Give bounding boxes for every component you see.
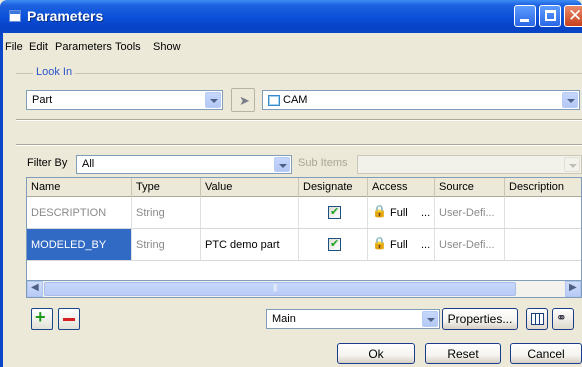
lock-icon: 🔒 [372, 204, 387, 218]
add-parameter-button[interactable]: + [31, 307, 53, 330]
cell-access[interactable]: 🔒 Full ... [368, 197, 435, 228]
cell-description[interactable] [505, 229, 581, 260]
cell-name[interactable]: MODELED_BY [27, 229, 132, 260]
view-select[interactable]: Main [266, 309, 440, 329]
look-in-type-select[interactable]: Part [26, 90, 223, 110]
table-view-button[interactable] [526, 308, 548, 330]
divider [16, 119, 582, 121]
menu-parameters[interactable]: Parameters [55, 41, 112, 53]
lock-icon: 🔒 [372, 236, 387, 250]
menu-file[interactable]: File [5, 41, 23, 53]
binoculars-icon: ⚭ [556, 310, 567, 325]
view-value: Main [272, 313, 296, 325]
cell-value[interactable] [201, 197, 299, 228]
chevron-down-icon[interactable] [205, 92, 221, 108]
column-header-type[interactable]: Type [132, 178, 201, 197]
chevron-down-icon[interactable] [274, 157, 290, 172]
cell-description[interactable] [505, 197, 581, 228]
cell-name[interactable]: DESCRIPTION [27, 197, 132, 228]
table-row[interactable]: DESCRIPTION String 🔒 Full ... User-Defi.… [27, 197, 581, 229]
column-header-description[interactable]: Description [505, 178, 581, 197]
pointer-icon: ➤ [239, 93, 250, 108]
designate-checkbox[interactable] [328, 205, 341, 219]
sub-items-select [357, 155, 582, 174]
minus-icon [63, 318, 75, 321]
filter-by-label: Filter By [27, 157, 68, 169]
cam-icon [268, 95, 280, 106]
divider [16, 144, 582, 146]
scroll-left-icon[interactable] [27, 281, 43, 297]
maximize-icon [545, 10, 556, 21]
window-title: Parameters [27, 8, 104, 24]
column-header-designate[interactable]: Designate [299, 178, 368, 197]
window-border [0, 33, 3, 367]
cell-source[interactable]: User-Defi... [435, 229, 505, 260]
parameters-app-icon [9, 10, 21, 22]
chevron-down-icon[interactable] [422, 311, 438, 327]
menu-show[interactable]: Show [153, 41, 181, 53]
chevron-down-icon [564, 157, 580, 172]
access-value: Full [390, 207, 408, 219]
cell-designate [299, 197, 368, 228]
look-in-item-value: CAM [283, 94, 308, 106]
horizontal-scrollbar[interactable] [26, 281, 582, 298]
table-icon [531, 313, 544, 325]
column-header-access[interactable]: Access [368, 178, 435, 197]
chevron-down-icon[interactable] [562, 92, 578, 108]
cell-access[interactable]: 🔒 Full ... [368, 229, 435, 260]
maximize-button[interactable] [539, 5, 561, 27]
properties-button[interactable]: Properties... [442, 308, 518, 330]
cell-type[interactable]: String [132, 197, 201, 228]
menu-edit[interactable]: Edit [29, 41, 48, 53]
scroll-thumb[interactable] [44, 282, 516, 296]
menu-tools[interactable]: Tools [115, 41, 141, 53]
access-value: Full [390, 239, 408, 251]
look-in-label: Look In [33, 66, 76, 78]
column-header-name[interactable]: Name [27, 178, 132, 197]
access-more-button[interactable]: ... [421, 239, 430, 251]
cell-designate [299, 229, 368, 260]
parameters-table[interactable]: Name Type Value Designate Access Source … [26, 177, 582, 281]
cell-value[interactable]: PTC demo part [201, 229, 299, 260]
filter-by-select[interactable]: All [76, 155, 292, 174]
cancel-button[interactable]: Cancel [510, 343, 582, 364]
close-icon: ✕ [568, 6, 582, 25]
column-header-value[interactable]: Value [201, 178, 299, 197]
column-header-source[interactable]: Source [435, 178, 505, 197]
reset-button[interactable]: Reset [425, 343, 501, 364]
access-more-button[interactable]: ... [421, 207, 430, 219]
parameters-window: Parameters ✕ File Edit Parameters Tools … [0, 0, 582, 367]
minimize-icon [520, 19, 529, 22]
look-in-item-select[interactable]: CAM [262, 90, 580, 110]
ok-button[interactable]: Ok [337, 343, 415, 364]
filter-by-value: All [82, 158, 95, 170]
table-header: Name Type Value Designate Access Source … [27, 178, 581, 197]
title-bar[interactable]: Parameters ✕ [0, 0, 582, 33]
designate-checkbox[interactable] [328, 237, 341, 251]
cell-source[interactable]: User-Defi... [435, 197, 505, 228]
sub-items-label: Sub Items [298, 157, 348, 169]
scroll-right-icon[interactable] [565, 281, 581, 297]
plus-icon: + [35, 307, 46, 327]
minimize-button[interactable] [514, 5, 536, 27]
close-button[interactable]: ✕ [564, 5, 582, 27]
menu-bar: File Edit Parameters Tools Show [0, 33, 582, 61]
look-in-type-value: Part [32, 94, 53, 106]
remove-parameter-button[interactable] [58, 308, 80, 330]
cell-type[interactable]: String [132, 229, 201, 260]
find-button[interactable]: ⚭ [552, 308, 574, 330]
select-pointer-button[interactable]: ➤ [231, 88, 255, 112]
table-row[interactable]: MODELED_BY String PTC demo part 🔒 Full .… [27, 229, 581, 261]
